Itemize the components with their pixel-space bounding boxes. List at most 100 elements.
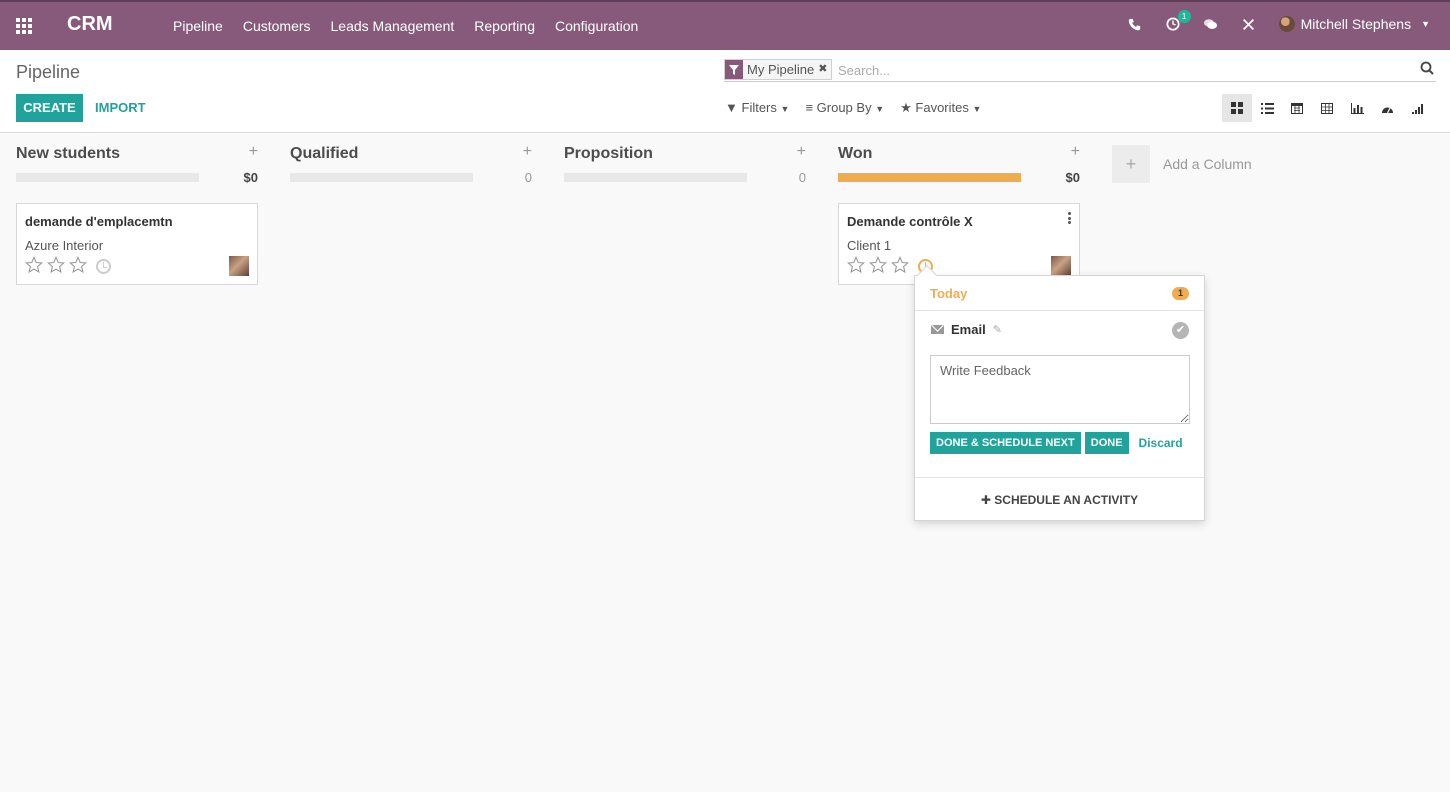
- popover-header: Today 1: [915, 276, 1204, 311]
- card-title: demande d'emplacemtn: [25, 214, 173, 229]
- column-progress-bar[interactable]: [564, 173, 747, 182]
- schedule-activity-button[interactable]: ✚ SCHEDULE AN ACTIVITY: [915, 477, 1204, 521]
- column-title[interactable]: Won: [838, 145, 872, 163]
- user-avatar: [1278, 16, 1295, 32]
- feedback-actions: DONE & SCHEDULE NEXT DONE Discard: [930, 432, 1183, 454]
- main-menu: Pipeline Customers Leads Management Repo…: [173, 18, 638, 34]
- menu-item-reporting[interactable]: Reporting: [474, 18, 535, 34]
- kanban-card[interactable]: Demande contrôle X Client 1: [838, 203, 1080, 285]
- kanban-card[interactable]: demande d'emplacemtn Azure Interior: [16, 203, 258, 285]
- column-title[interactable]: New students: [16, 145, 120, 163]
- add-column-button[interactable]: + Add a Column: [1112, 145, 1252, 185]
- quick-create-icon[interactable]: +: [249, 143, 258, 161]
- bars-icon: ≡: [805, 100, 814, 115]
- menu-item-pipeline[interactable]: Pipeline: [173, 18, 223, 34]
- star-icon[interactable]: [25, 256, 43, 274]
- envelope-icon: [931, 325, 944, 334]
- discard-button[interactable]: Discard: [1139, 436, 1183, 450]
- caret-down-icon: ▼: [1421, 19, 1430, 29]
- kanban-view-icon[interactable]: [1222, 94, 1252, 122]
- star-icon[interactable]: [869, 256, 887, 274]
- cohort-view-icon[interactable]: [1402, 94, 1432, 122]
- today-count-badge: 1: [1172, 287, 1189, 300]
- today-label: Today: [930, 286, 968, 301]
- quick-create-icon[interactable]: +: [523, 143, 532, 161]
- activity-item: Email ✎: [931, 322, 1003, 337]
- top-navbar: CRM Pipeline Customers Leads Management …: [0, 0, 1450, 50]
- priority-stars: [847, 256, 909, 274]
- done-schedule-next-button[interactable]: DONE & SCHEDULE NEXT: [930, 432, 1081, 454]
- column-progress-bar[interactable]: [16, 173, 199, 182]
- column-title[interactable]: Qualified: [290, 145, 358, 163]
- caret-down-icon: ▼: [780, 104, 790, 114]
- column-sum: $0: [243, 170, 258, 185]
- star-icon[interactable]: [891, 256, 909, 274]
- activity-type-label[interactable]: Email: [951, 322, 986, 337]
- caret-down-icon: ▼: [972, 104, 982, 114]
- activity-popover: Today 1 Email ✎ ✔ DONE & SCHEDULE NEXT D…: [914, 265, 1205, 521]
- card-partner: Client 1: [847, 238, 892, 253]
- activity-clock-icon[interactable]: [96, 259, 111, 274]
- filters-dropdown[interactable]: ▼ Filters ▼: [725, 100, 789, 116]
- search-options: ▼ Filters ▼ ≡ Group By ▼ ★ Favorites ▼: [725, 100, 981, 116]
- card-title: Demande contrôle X: [847, 214, 973, 229]
- calendar-view-icon[interactable]: [1282, 94, 1312, 122]
- search-input[interactable]: [838, 61, 1398, 79]
- salesperson-avatar: [229, 256, 249, 276]
- debug-tools-icon[interactable]: [1241, 16, 1257, 32]
- app-brand: CRM: [67, 13, 113, 35]
- add-column-label: Add a Column: [1163, 156, 1252, 172]
- column-sum: 0: [524, 170, 532, 185]
- favorites-label: Favorites: [915, 100, 969, 115]
- salesperson-avatar: [1051, 256, 1071, 276]
- pencil-icon[interactable]: ✎: [993, 324, 1003, 335]
- create-button[interactable]: CREATE: [16, 94, 83, 122]
- star-icon[interactable]: [69, 256, 87, 274]
- view-switcher: [1222, 94, 1432, 122]
- card-menu-icon[interactable]: [1067, 212, 1071, 224]
- column-title[interactable]: Proposition: [564, 145, 653, 163]
- mark-done-check-icon[interactable]: ✔: [1172, 322, 1189, 339]
- phone-icon[interactable]: [1127, 16, 1143, 32]
- filters-label: Filters: [741, 100, 777, 115]
- star-icon[interactable]: [47, 256, 65, 274]
- menu-item-configuration[interactable]: Configuration: [555, 18, 638, 34]
- import-button[interactable]: IMPORT: [95, 100, 146, 115]
- filter-icon: [725, 60, 743, 79]
- column-sum: $0: [1065, 170, 1080, 185]
- user-menu[interactable]: Mitchell Stephens ▼: [1278, 16, 1430, 32]
- feedback-textarea[interactable]: [930, 355, 1190, 424]
- facet-value: My Pipeline: [747, 62, 815, 77]
- menu-item-leads-management[interactable]: Leads Management: [331, 18, 455, 34]
- pivot-view-icon[interactable]: [1312, 94, 1342, 122]
- column-progress-bar[interactable]: [838, 173, 1021, 182]
- search-icon[interactable]: [1420, 61, 1434, 75]
- apps-menu-icon[interactable]: [16, 18, 34, 34]
- group-by-dropdown[interactable]: ≡ Group By ▼: [805, 100, 884, 116]
- remove-facet-icon[interactable]: ✖: [818, 60, 831, 79]
- chat-icon[interactable]: [1203, 16, 1219, 32]
- caret-down-icon: ▼: [875, 104, 885, 114]
- control-panel: Pipeline CREATE IMPORT My Pipeline ✖ ▼ F…: [0, 50, 1450, 133]
- star-icon[interactable]: [847, 256, 865, 274]
- activity-count-badge: 1: [1177, 10, 1191, 23]
- list-view-icon[interactable]: [1252, 94, 1282, 122]
- systray: 1 Mitchell Stephens ▼: [1127, 10, 1430, 32]
- filter-icon: ▼: [725, 100, 738, 115]
- menu-item-customers[interactable]: Customers: [243, 18, 311, 34]
- favorites-dropdown[interactable]: ★ Favorites ▼: [900, 100, 981, 116]
- plus-icon: +: [1112, 145, 1150, 183]
- column-progress-bar[interactable]: [290, 173, 473, 182]
- done-button[interactable]: DONE: [1084, 432, 1129, 454]
- card-partner: Azure Interior: [25, 238, 104, 253]
- column-sum: 0: [798, 170, 806, 185]
- search-facet: My Pipeline ✖: [724, 59, 833, 80]
- dashboard-view-icon[interactable]: [1372, 94, 1402, 122]
- quick-create-icon[interactable]: +: [1071, 143, 1080, 161]
- activity-clock-icon[interactable]: 1: [1165, 10, 1191, 32]
- graph-view-icon[interactable]: [1342, 94, 1372, 122]
- quick-create-icon[interactable]: +: [797, 143, 806, 161]
- star-icon: ★: [900, 100, 912, 115]
- search-bar: My Pipeline ✖: [724, 59, 1436, 82]
- priority-stars: [25, 256, 87, 274]
